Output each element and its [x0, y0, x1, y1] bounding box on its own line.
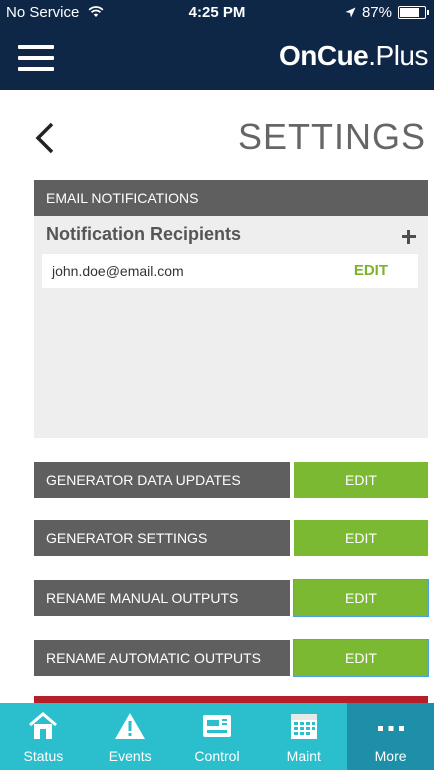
title-row: SETTINGS	[0, 100, 434, 170]
setting-row-rename-automatic-outputs: RENAME AUTOMATIC OUTPUTS EDIT	[34, 639, 429, 677]
tab-label: Control	[194, 748, 240, 764]
tab-maint[interactable]: Maint	[260, 703, 347, 770]
setting-label: GENERATOR SETTINGS	[34, 520, 290, 556]
brand-logo: OnCue.Plus	[278, 40, 429, 72]
house-icon	[29, 712, 58, 739]
recipient-row: john.doe@email.com EDIT	[42, 254, 418, 288]
edit-generator-settings-button[interactable]: EDIT	[294, 520, 428, 556]
edit-generator-data-updates-button[interactable]: EDIT	[294, 462, 428, 498]
app-header: OnCue.Plus	[0, 26, 434, 90]
email-notifications-panel: Notification Recipients john.doe@email.c…	[34, 216, 428, 438]
tab-events[interactable]: Events	[87, 703, 174, 770]
status-bar: No Service 4:25 PM 87%	[0, 0, 434, 26]
tab-control[interactable]: Control	[174, 703, 261, 770]
edit-recipient-button[interactable]: EDIT	[354, 262, 388, 279]
control-panel-icon	[202, 715, 231, 737]
tab-label: Maint	[286, 748, 321, 764]
bottom-tab-bar: Status Events Control Maint More	[0, 703, 434, 770]
tab-label: More	[374, 748, 407, 764]
edit-rename-manual-outputs-button[interactable]: EDIT	[293, 579, 429, 617]
tab-more[interactable]: More	[347, 703, 434, 770]
brand-bold: OnCue	[278, 40, 369, 71]
location-arrow-icon	[345, 7, 356, 18]
notification-recipients-title: Notification Recipients	[46, 224, 242, 244]
tab-label: Status	[23, 748, 64, 764]
status-right: 87%	[345, 4, 429, 21]
setting-row-generator-settings: GENERATOR SETTINGS EDIT	[34, 520, 428, 556]
battery-icon	[398, 6, 429, 19]
setting-label: GENERATOR DATA UPDATES	[34, 462, 290, 498]
more-dots-icon	[377, 726, 404, 731]
add-recipient-plus-icon[interactable]	[400, 228, 418, 246]
email-notifications-header: EMAIL NOTIFICATIONS	[34, 180, 428, 216]
brand-light: .Plus	[368, 40, 428, 71]
calendar-icon	[290, 714, 317, 739]
battery-percent: 87%	[361, 4, 392, 21]
tab-label: Events	[108, 748, 152, 764]
setting-row-generator-data-updates: GENERATOR DATA UPDATES EDIT	[34, 462, 428, 498]
page-title: SETTINGS	[237, 116, 426, 157]
recipient-email: john.doe@email.com	[52, 263, 184, 279]
setting-label: RENAME MANUAL OUTPUTS	[34, 580, 290, 616]
edit-rename-automatic-outputs-button[interactable]: EDIT	[293, 639, 429, 677]
back-chevron-icon[interactable]	[30, 120, 60, 156]
warning-icon	[115, 713, 146, 739]
setting-row-rename-manual-outputs: RENAME MANUAL OUTPUTS EDIT	[34, 579, 429, 617]
hamburger-menu-icon[interactable]	[18, 45, 54, 71]
setting-label: RENAME AUTOMATIC OUTPUTS	[34, 640, 290, 676]
tab-status[interactable]: Status	[0, 703, 87, 770]
